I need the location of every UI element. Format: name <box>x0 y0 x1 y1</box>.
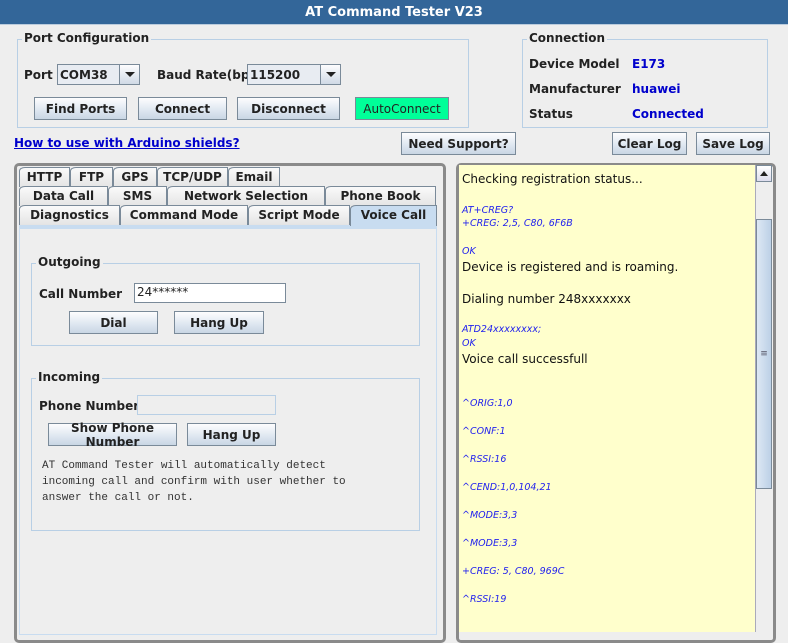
log-line: Device is registered and is roaming. <box>462 260 679 274</box>
log-line: OK <box>462 338 476 349</box>
save-log-button[interactable]: Save Log <box>696 132 770 155</box>
incoming-hang-up-button[interactable]: Hang Up <box>187 423 276 446</box>
group-title: Connection <box>527 31 608 45</box>
log-line: Checking registration status... <box>462 172 643 186</box>
need-support-button[interactable]: Need Support? <box>401 132 516 155</box>
status-label: Status <box>529 107 573 121</box>
arduino-help-link[interactable]: How to use with Arduino shields? <box>14 136 240 150</box>
port-value: COM38 <box>60 68 108 82</box>
group-title: Port Configuration <box>22 31 152 45</box>
tab-gps[interactable]: GPS <box>113 167 157 187</box>
incoming-note-line: answer the call or not. <box>42 492 194 504</box>
scroll-thumb[interactable]: ≡ <box>756 219 772 489</box>
find-ports-button[interactable]: Find Ports <box>34 97 127 120</box>
disconnect-button[interactable]: Disconnect <box>237 97 340 120</box>
device-model-value: E173 <box>632 57 666 71</box>
tab-diagnostics[interactable]: Diagnostics <box>19 205 120 225</box>
log-line: ^MODE:3,3 <box>462 538 518 549</box>
tab-script-mode[interactable]: Script Mode <box>248 205 350 225</box>
log-line: ^CEND:1,0,104,21 <box>462 482 552 493</box>
outgoing-hang-up-button[interactable]: Hang Up <box>174 311 264 334</box>
connect-button[interactable]: Connect <box>138 97 227 120</box>
clear-log-button[interactable]: Clear Log <box>612 132 687 155</box>
window-title: AT Command Tester V23 <box>0 0 788 25</box>
tab-tcp-udp[interactable]: TCP/UDP <box>157 167 228 187</box>
call-number-label: Call Number <box>39 287 123 301</box>
log-line: AT+CREG? <box>462 205 514 216</box>
tab-network-selection[interactable]: Network Selection <box>167 186 325 206</box>
chevron-down-icon[interactable] <box>320 65 340 84</box>
incoming-note-line: AT Command Tester will automatically det… <box>42 460 326 472</box>
log-area[interactable]: Checking registration status... AT+CREG? +… <box>459 165 755 632</box>
tab-ftp[interactable]: FTP <box>70 167 113 187</box>
log-scrollbar[interactable]: ≡ <box>755 165 772 632</box>
tab-email[interactable]: Email <box>228 167 280 187</box>
log-line: ^CONF:1 <box>462 426 506 437</box>
status-value: Connected <box>632 107 704 121</box>
manufacturer-label: Manufacturer <box>529 82 621 96</box>
chevron-down-icon[interactable] <box>119 65 139 84</box>
device-model-label: Device Model <box>529 57 620 71</box>
log-line: ^RSSI:16 <box>462 454 507 465</box>
tab-http[interactable]: HTTP <box>19 167 70 187</box>
log-line: ^ORIG:1,0 <box>462 398 513 409</box>
phone-number-input[interactable] <box>137 395 276 415</box>
log-line: ^MODE:3,3 <box>462 510 518 521</box>
tab-sms[interactable]: SMS <box>108 186 167 206</box>
autoconnect-button[interactable]: AutoConnect <box>355 97 449 120</box>
log-line: Dialing number 248xxxxxxx <box>462 292 631 306</box>
call-number-input[interactable]: 24****** <box>134 283 286 303</box>
tab-command-mode[interactable]: Command Mode <box>120 205 248 225</box>
port-label: Port <box>24 68 53 82</box>
incoming-note-line: incoming call and confirm with user whet… <box>42 476 346 488</box>
group-title: Outgoing <box>36 255 103 269</box>
log-line: +CREG: 2,5, C80, 6F6B <box>462 218 573 229</box>
tab-data-call[interactable]: Data Call <box>19 186 108 206</box>
log-line: +CREG: 5, C80, 969C <box>462 566 565 577</box>
tab-phone-book[interactable]: Phone Book <box>325 186 436 206</box>
baud-rate-value: 115200 <box>250 68 301 82</box>
log-line: ATD24xxxxxxxx; <box>462 324 542 335</box>
log-line: Voice call successfull <box>462 352 588 366</box>
group-title: Incoming <box>36 370 103 384</box>
phone-number-label: Phone Number <box>39 399 140 413</box>
tab-voice-call[interactable]: Voice Call <box>350 205 437 226</box>
manufacturer-value: huawei <box>632 82 681 96</box>
show-phone-number-button[interactable]: Show Phone Number <box>48 421 177 449</box>
log-line: ^RSSI:19 <box>462 594 507 605</box>
port-select[interactable]: COM38 <box>57 64 140 85</box>
log-line: OK <box>462 246 476 257</box>
dial-button[interactable]: Dial <box>69 311 158 334</box>
scroll-up-arrow-icon[interactable] <box>756 165 772 182</box>
baud-rate-select[interactable]: 115200 <box>247 64 341 85</box>
